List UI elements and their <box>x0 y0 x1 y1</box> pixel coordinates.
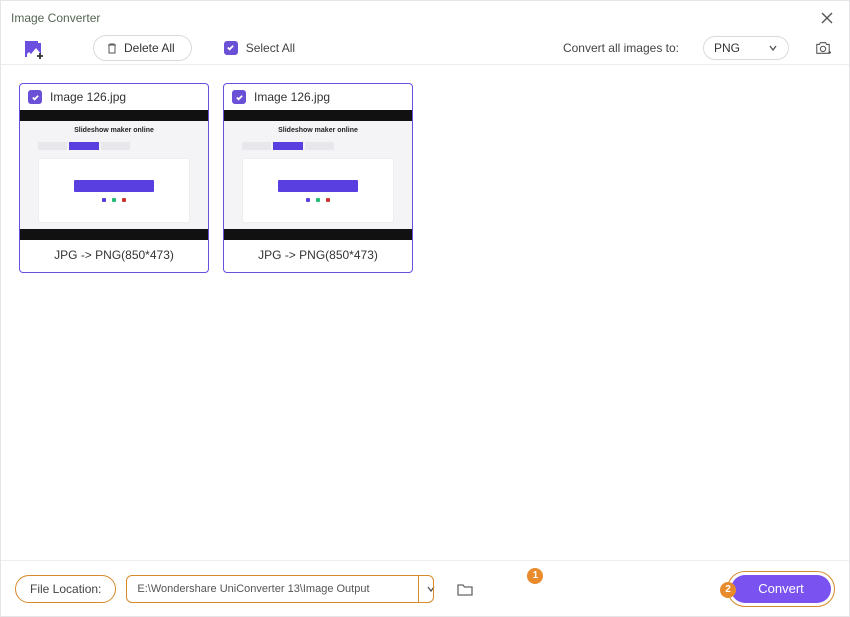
settings-button[interactable] <box>813 38 833 58</box>
item-filename: Image 126.jpg <box>50 90 126 104</box>
thumbnail-button <box>74 180 154 192</box>
image-list: Image 126.jpg Slideshow maker online JPG… <box>1 65 849 560</box>
titlebar: Image Converter <box>1 1 849 31</box>
chevron-down-icon <box>768 43 778 53</box>
output-format-value: PNG <box>714 41 740 55</box>
item-conversion-info: JPG -> PNG(850*473) <box>20 240 208 272</box>
select-all-label: Select All <box>246 41 295 55</box>
card-header: Image 126.jpg <box>20 84 208 110</box>
thumbnail-dots <box>102 198 126 202</box>
thumbnail-panel <box>38 158 190 223</box>
annotation-badge-2: 2 <box>720 582 736 598</box>
delete-all-button[interactable]: Delete All <box>93 35 192 61</box>
thumbnail-button <box>278 180 358 192</box>
footer: File Location: E:\Wondershare UniConvert… <box>1 560 849 616</box>
convert-button[interactable]: Convert <box>731 575 831 603</box>
select-all-checkbox[interactable]: Select All <box>224 41 295 55</box>
output-format-select[interactable]: PNG <box>703 36 789 60</box>
delete-all-label: Delete All <box>124 41 175 55</box>
add-image-icon <box>23 39 45 59</box>
thumbnail-preview: Slideshow maker online <box>20 121 208 229</box>
thumbnail-dots <box>306 198 330 202</box>
output-path-field[interactable]: E:\Wondershare UniConverter 13\Image Out… <box>126 575 434 603</box>
file-location-label: File Location: <box>15 575 116 603</box>
camera-gear-icon <box>814 40 832 56</box>
convert-button-wrap: 2 Convert <box>727 571 835 607</box>
item-filename: Image 126.jpg <box>254 90 330 104</box>
item-checkbox[interactable] <box>232 90 246 104</box>
card-header: Image 126.jpg <box>224 84 412 110</box>
thumbnail-title: Slideshow maker online <box>278 127 358 134</box>
convert-to-label: Convert all images to: <box>563 41 679 55</box>
folder-icon <box>457 582 473 596</box>
thumbnail-tabs <box>38 142 130 150</box>
thumbnail-panel <box>242 158 394 223</box>
item-checkbox[interactable] <box>28 90 42 104</box>
close-icon <box>820 11 834 25</box>
item-thumbnail: Slideshow maker online <box>224 110 412 240</box>
thumbnail-preview: Slideshow maker online <box>224 121 412 229</box>
annotation-badge-1: 1 <box>527 568 543 584</box>
trash-icon <box>106 42 118 54</box>
open-folder-button[interactable] <box>456 580 474 598</box>
thumbnail-title: Slideshow maker online <box>74 127 154 134</box>
window-title: Image Converter <box>11 11 100 25</box>
image-card[interactable]: Image 126.jpg Slideshow maker online JPG… <box>223 83 413 273</box>
output-path-value: E:\Wondershare UniConverter 13\Image Out… <box>137 583 369 595</box>
checkbox-checked-icon <box>224 41 238 55</box>
thumbnail-tabs <box>242 142 334 150</box>
close-button[interactable] <box>819 10 835 26</box>
item-conversion-info: JPG -> PNG(850*473) <box>224 240 412 272</box>
item-thumbnail: Slideshow maker online <box>20 110 208 240</box>
image-card[interactable]: Image 126.jpg Slideshow maker online JPG… <box>19 83 209 273</box>
add-image-button[interactable] <box>23 39 43 57</box>
toolbar: Delete All Select All Convert all images… <box>1 31 849 65</box>
window: Image Converter Delete All Select All Co… <box>0 0 850 617</box>
